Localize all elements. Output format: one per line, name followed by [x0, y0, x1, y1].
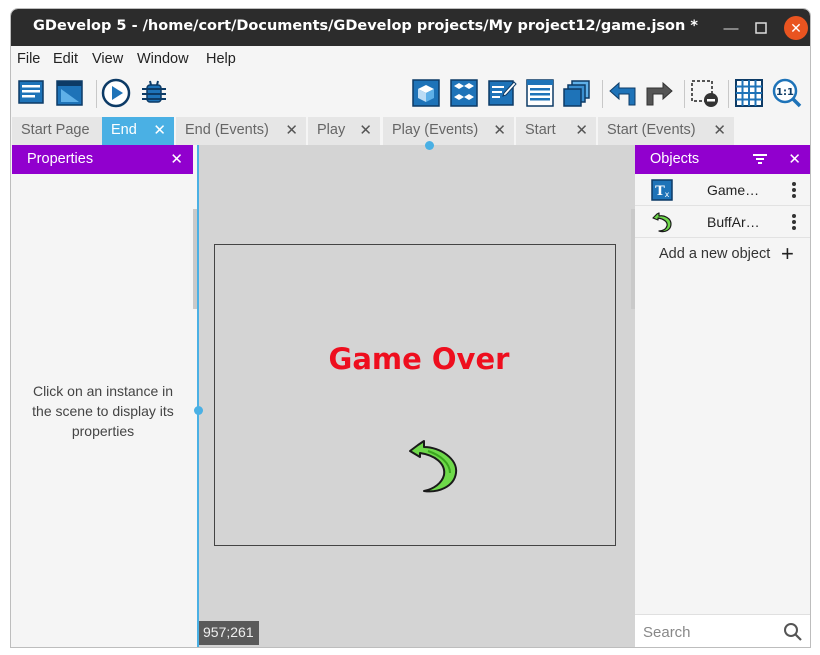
tab-label: End: [111, 122, 137, 138]
minimize-button[interactable]: —: [719, 16, 743, 40]
menu-window[interactable]: Window: [137, 51, 189, 67]
properties-edit-icon[interactable]: [487, 78, 517, 108]
game-viewport-frame: [214, 244, 616, 546]
resize-handle[interactable]: [425, 141, 434, 150]
tab-label: Play: [317, 122, 346, 138]
close-tab-icon[interactable]: ✕: [359, 121, 372, 139]
instances-list-icon[interactable]: [525, 78, 555, 108]
menu-view[interactable]: View: [92, 51, 123, 67]
search-icon[interactable]: [783, 622, 803, 642]
tab-start[interactable]: Start ✕: [516, 117, 596, 145]
preview-play-icon[interactable]: [101, 78, 131, 108]
filter-icon[interactable]: [753, 153, 767, 165]
toolbar: 1:1: [11, 72, 810, 118]
object-list-item[interactable]: T x Game…: [635, 174, 810, 206]
objects-panel: Objects ✕ T x Game… BuffAr… Add a new ob…: [635, 145, 810, 647]
toolbar-separator: [728, 80, 729, 108]
object-name: Game…: [707, 182, 760, 198]
maximize-button[interactable]: [749, 16, 773, 40]
tab-start-events[interactable]: Start (Events) ✕: [598, 117, 734, 145]
properties-panel: Properties ✕ Click on an instance in the…: [12, 145, 194, 647]
objects-header: Objects ✕: [635, 145, 810, 174]
object-name: BuffAr…: [707, 214, 760, 230]
project-manager-icon[interactable]: [17, 78, 47, 108]
more-options-icon[interactable]: [791, 213, 797, 231]
close-tab-icon[interactable]: ✕: [713, 121, 726, 139]
plus-icon[interactable]: +: [781, 241, 794, 267]
window-title: GDevelop 5 - /home/cort/Documents/GDevel…: [33, 18, 698, 34]
editor-tabs: Start Page End ✕ End (Events) ✕ Play ✕ P…: [11, 117, 810, 145]
menu-edit[interactable]: Edit: [53, 51, 78, 67]
redo-icon[interactable]: [645, 78, 675, 108]
object-cube-icon[interactable]: [411, 78, 441, 108]
close-tab-icon[interactable]: ✕: [493, 121, 506, 139]
cursor-coordinates: 957;261: [199, 621, 259, 645]
panel-title: Properties: [27, 151, 94, 167]
scene-canvas[interactable]: Game Over 957;261: [194, 141, 635, 647]
svg-text:x: x: [665, 190, 670, 199]
scene-editor-icon[interactable]: [55, 78, 85, 108]
sprite-object-icon: [652, 212, 672, 233]
object-list-item[interactable]: BuffAr…: [635, 206, 810, 238]
tab-start-page[interactable]: Start Page: [12, 117, 102, 145]
layers-icon[interactable]: [562, 78, 592, 108]
toolbar-separator: [96, 80, 97, 108]
more-options-icon[interactable]: [791, 181, 797, 199]
zoom-reset-icon[interactable]: 1:1: [772, 78, 802, 108]
close-tab-icon[interactable]: ✕: [575, 121, 588, 139]
tab-play-events[interactable]: Play (Events) ✕: [383, 117, 514, 145]
search-input[interactable]: [643, 621, 773, 643]
menu-file[interactable]: File: [17, 51, 40, 67]
tab-label: Play (Events): [392, 122, 479, 138]
svg-text:1:1: 1:1: [776, 87, 794, 98]
panel-title: Objects: [650, 151, 700, 167]
maximize-icon: [755, 22, 767, 34]
toolbar-separator: [684, 80, 685, 108]
menu-help[interactable]: Help: [206, 51, 236, 67]
resize-handle[interactable]: [194, 406, 203, 415]
add-new-object-button[interactable]: Add a new object: [659, 246, 770, 262]
delete-selection-icon[interactable]: [690, 78, 720, 108]
undo-icon[interactable]: [607, 78, 637, 108]
app-window: GDevelop 5 - /home/cort/Documents/GDevel…: [10, 8, 811, 648]
tab-end[interactable]: End ✕: [102, 117, 174, 145]
close-panel-icon[interactable]: ✕: [170, 150, 183, 168]
menu-bar: File Edit View Window Help: [11, 46, 810, 72]
properties-header: Properties ✕: [12, 145, 193, 174]
tab-label: Start: [525, 122, 556, 138]
debugger-icon[interactable]: [139, 78, 169, 108]
tab-label: End (Events): [185, 122, 269, 138]
text-object-icon: T x: [651, 179, 673, 201]
properties-hint: Click on an instance in the scene to dis…: [32, 383, 174, 439]
title-bar: GDevelop 5 - /home/cort/Documents/GDevel…: [11, 9, 810, 46]
close-tab-icon[interactable]: ✕: [285, 121, 298, 139]
close-panel-icon[interactable]: ✕: [788, 150, 801, 168]
tab-label: Start Page: [21, 122, 90, 138]
object-search-bar: [635, 614, 810, 647]
grid-icon[interactable]: [734, 78, 764, 108]
buff-arrow-sprite-instance[interactable]: [404, 435, 460, 495]
close-tab-icon[interactable]: ✕: [153, 121, 166, 139]
toolbar-separator: [602, 80, 603, 108]
tab-end-events[interactable]: End (Events) ✕: [176, 117, 306, 145]
object-groups-icon[interactable]: [449, 78, 479, 108]
tab-label: Start (Events): [607, 122, 696, 138]
game-over-text-instance[interactable]: Game Over: [239, 342, 599, 376]
close-window-button[interactable]: ✕: [784, 16, 808, 40]
tab-play[interactable]: Play ✕: [308, 117, 380, 145]
